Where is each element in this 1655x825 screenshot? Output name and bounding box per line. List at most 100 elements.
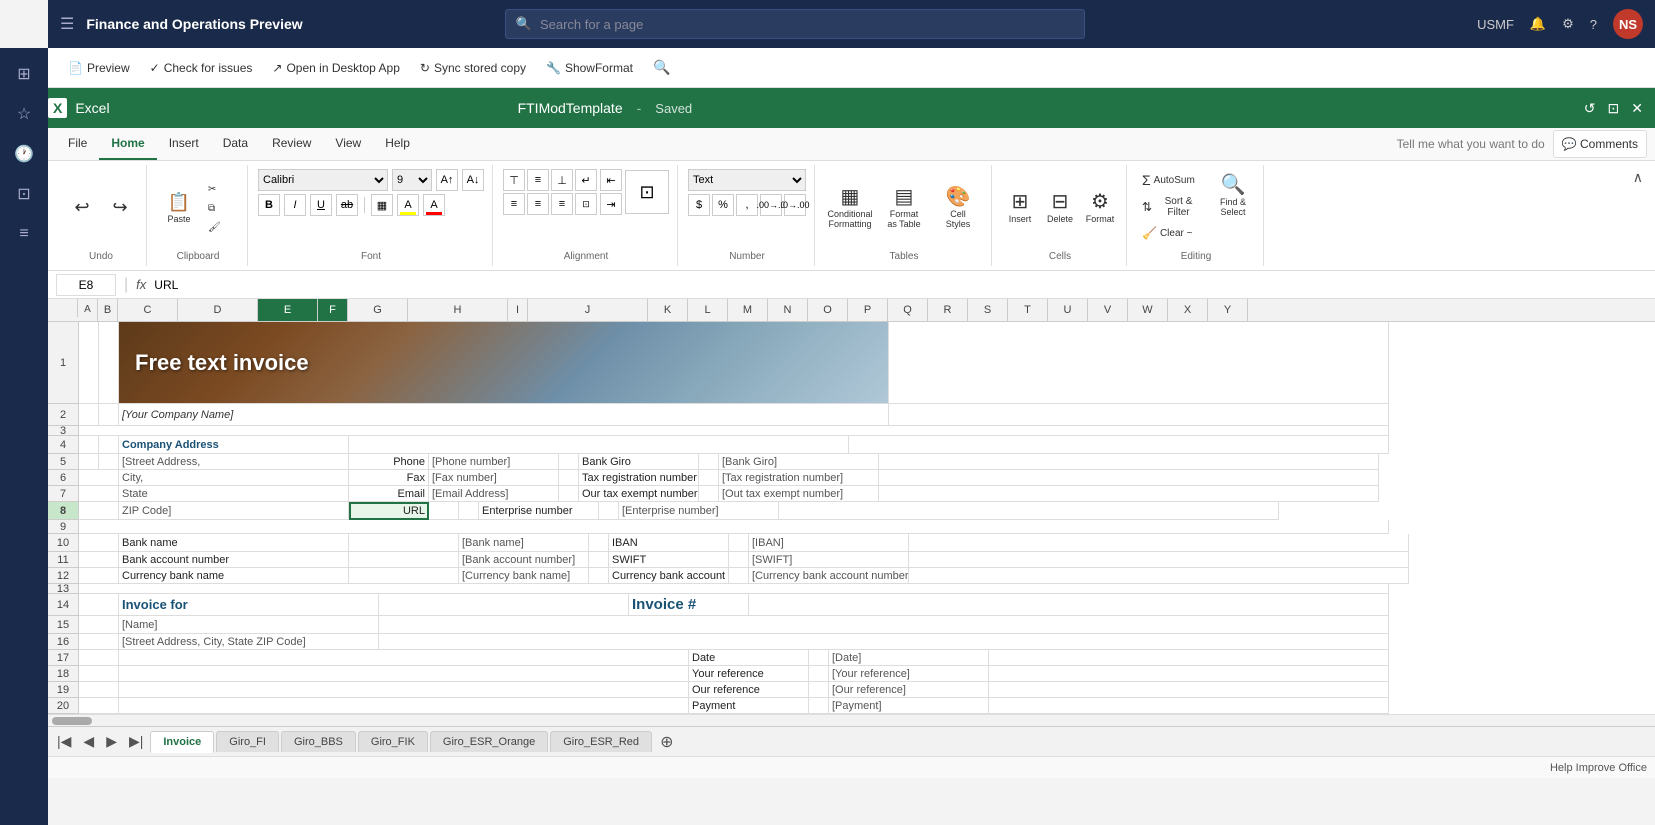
- cell-j12[interactable]: [Currency bank account number]: [749, 568, 909, 584]
- row-num-7[interactable]: 7: [48, 486, 78, 502]
- tab-giro-esr-orange[interactable]: Giro_ESR_Orange: [430, 731, 548, 752]
- cell-c4[interactable]: Company Address: [119, 436, 349, 454]
- col-header-d[interactable]: D: [178, 299, 258, 321]
- tab-view[interactable]: View: [323, 128, 373, 160]
- tab-data[interactable]: Data: [211, 128, 260, 160]
- close-excel-icon[interactable]: ✕: [1631, 100, 1643, 117]
- sort-filter-button[interactable]: ⇅ Sort & Filter: [1137, 193, 1207, 221]
- cell-i5[interactable]: [699, 454, 719, 470]
- cell-h7[interactable]: Our tax exempt number: [579, 486, 699, 502]
- tab-giro-bbs[interactable]: Giro_BBS: [281, 731, 356, 752]
- cell-ab18[interactable]: [79, 666, 119, 682]
- cell-c12[interactable]: Currency bank name: [119, 568, 349, 584]
- cell-b5[interactable]: [99, 454, 119, 470]
- invoice-banner-cell[interactable]: Free text invoice: [119, 322, 889, 404]
- col-header-b[interactable]: B: [98, 299, 118, 321]
- h-scroll-thumb[interactable]: [52, 717, 92, 725]
- cell-ab15[interactable]: [79, 616, 119, 634]
- col-header-v[interactable]: V: [1088, 299, 1128, 321]
- italic-button[interactable]: I: [284, 194, 306, 216]
- preview-button[interactable]: 📄 Preview: [60, 54, 138, 82]
- font-size-select[interactable]: 9: [392, 169, 432, 191]
- cell-rest11[interactable]: [909, 552, 1409, 568]
- row-9-all[interactable]: [79, 520, 1389, 534]
- cell-rest7[interactable]: [879, 486, 1379, 502]
- cell-c10[interactable]: Bank name: [119, 534, 349, 552]
- avatar[interactable]: NS: [1613, 9, 1643, 39]
- cell-j8[interactable]: [Enterprise number]: [619, 502, 779, 520]
- ribbon-collapse[interactable]: ∧: [1629, 165, 1647, 266]
- increase-font-button[interactable]: A↑: [436, 169, 458, 191]
- number-format-select[interactable]: Text: [688, 169, 806, 191]
- tab-file[interactable]: File: [56, 128, 99, 160]
- cell-i7[interactable]: [699, 486, 719, 502]
- conditional-formatting-button[interactable]: ▦ Conditional Formatting: [825, 181, 875, 232]
- cell-h20[interactable]: Payment: [689, 698, 809, 714]
- cell-h5[interactable]: Bank Giro: [579, 454, 699, 470]
- tab-giro-fi[interactable]: Giro_FI: [216, 731, 279, 752]
- show-format-button[interactable]: 🔧 ShowFormat: [538, 54, 641, 82]
- cell-i11[interactable]: [729, 552, 749, 568]
- cell-h6[interactable]: Tax registration number: [579, 470, 699, 486]
- cell-h12[interactable]: Currency bank account number: [609, 568, 729, 584]
- cut-button[interactable]: ✂: [203, 181, 239, 198]
- cell-j18[interactable]: [Your reference]: [829, 666, 989, 682]
- cell-rest8[interactable]: [779, 502, 1279, 520]
- align-left-button[interactable]: ≡: [503, 193, 525, 215]
- row-num-2[interactable]: 2: [48, 404, 78, 426]
- cell-a4[interactable]: [79, 436, 99, 454]
- cell-a5[interactable]: [79, 454, 99, 470]
- cell-c8[interactable]: ZIP Code]: [119, 502, 349, 520]
- hamburger-icon[interactable]: ☰: [60, 14, 74, 34]
- row-num-18[interactable]: 18: [48, 666, 78, 682]
- tell-me-input[interactable]: Tell me what you want to do: [1389, 131, 1553, 157]
- search-icon-secondary[interactable]: 🔍: [653, 59, 670, 76]
- col-header-k[interactable]: K: [648, 299, 688, 321]
- cell-f10[interactable]: [Bank name]: [459, 534, 589, 552]
- row-num-11[interactable]: 11: [48, 552, 78, 568]
- cell-rest-r1[interactable]: [889, 322, 1389, 404]
- cell-rest19[interactable]: [989, 682, 1389, 698]
- cell-c6[interactable]: City,: [119, 470, 349, 486]
- cell-c18[interactable]: [119, 666, 689, 682]
- cell-i20[interactable]: [809, 698, 829, 714]
- percent-button[interactable]: %: [712, 194, 734, 216]
- row-num-5[interactable]: 5: [48, 454, 78, 470]
- wrap-text-button[interactable]: ↵: [575, 169, 597, 191]
- tab-invoice[interactable]: Invoice: [150, 731, 214, 753]
- delete-cells-button[interactable]: ⊟ Delete: [1042, 186, 1078, 227]
- bold-button[interactable]: B: [258, 194, 280, 216]
- cell-rest17[interactable]: [989, 650, 1389, 666]
- sync-button[interactable]: ↻ Sync stored copy: [412, 54, 534, 82]
- settings-icon[interactable]: ⚙: [1562, 16, 1574, 32]
- cell-i19[interactable]: [809, 682, 829, 698]
- col-header-o[interactable]: O: [808, 299, 848, 321]
- col-header-e[interactable]: E: [258, 299, 318, 321]
- col-header-w[interactable]: W: [1128, 299, 1168, 321]
- comma-button[interactable]: ,: [736, 194, 758, 216]
- cell-b1[interactable]: [99, 322, 119, 404]
- tab-home[interactable]: Home: [99, 128, 156, 160]
- col-header-y[interactable]: Y: [1208, 299, 1248, 321]
- check-issues-button[interactable]: ✓ Check for issues: [142, 54, 261, 82]
- border-button[interactable]: ▦: [371, 194, 393, 216]
- cell-rest14[interactable]: [749, 594, 1389, 616]
- cell-right4[interactable]: [849, 436, 1389, 454]
- cell-c7[interactable]: State: [119, 486, 349, 502]
- row-num-19[interactable]: 19: [48, 682, 78, 698]
- cell-j6[interactable]: [Tax registration number]: [719, 470, 879, 486]
- notification-icon[interactable]: 🔔: [1530, 16, 1546, 32]
- cell-i8[interactable]: [599, 502, 619, 520]
- cell-mid4[interactable]: [349, 436, 849, 454]
- cell-ab8[interactable]: [79, 502, 119, 520]
- row-num-9[interactable]: 9: [48, 520, 78, 534]
- cell-d12[interactable]: [349, 568, 459, 584]
- cell-c20[interactable]: [119, 698, 689, 714]
- merge-button[interactable]: ⊡: [575, 193, 597, 215]
- cell-ab17[interactable]: [79, 650, 119, 666]
- autosum-button[interactable]: Σ AutoSum: [1137, 169, 1207, 191]
- cell-d10[interactable]: [349, 534, 459, 552]
- row-num-3[interactable]: 3: [48, 426, 78, 436]
- cell-f8[interactable]: [429, 502, 459, 520]
- cell-c16[interactable]: [Street Address, City, State ZIP Code]: [119, 634, 379, 650]
